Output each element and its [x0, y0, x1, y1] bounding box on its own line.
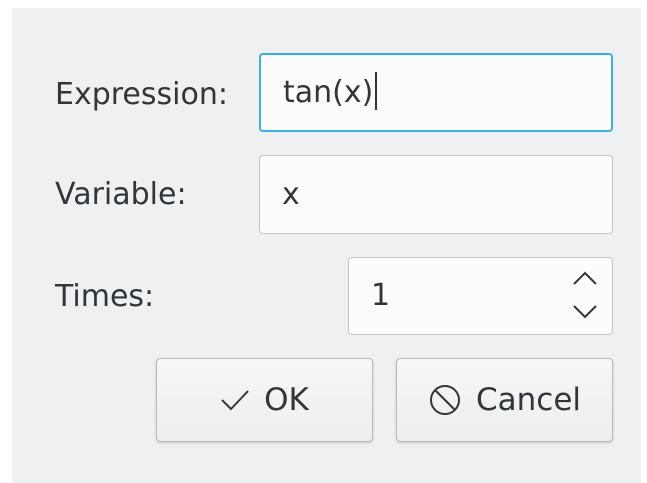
times-label: Times: — [55, 279, 155, 314]
checkmark-icon — [220, 388, 250, 412]
variable-value: x — [282, 176, 300, 212]
expression-input-container: tan(x) — [283, 72, 378, 111]
ok-label: OK — [264, 382, 309, 418]
cancel-button[interactable]: Cancel — [396, 358, 613, 442]
ok-button[interactable]: OK — [156, 358, 373, 442]
expression-label: Expression: — [55, 77, 228, 112]
expression-input[interactable]: tan(x) — [259, 53, 613, 132]
expression-value: tan(x) — [283, 74, 374, 110]
times-value: 1 — [371, 278, 391, 313]
text-cursor — [375, 72, 378, 110]
cancel-label: Cancel — [475, 382, 582, 418]
times-spinbox[interactable]: 1 — [348, 257, 613, 335]
cancel-circle-icon — [428, 383, 462, 417]
variable-input[interactable]: x — [259, 155, 613, 234]
spin-arrows-icon[interactable] — [572, 270, 598, 320]
variable-label: Variable: — [55, 177, 187, 212]
